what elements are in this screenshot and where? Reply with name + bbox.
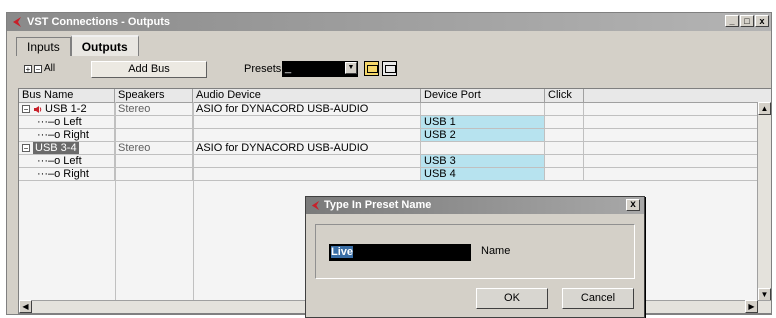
collapse-icon[interactable]: − [22, 144, 30, 153]
table-row[interactable]: − USB 3-4 Stereo ASIO for DYNACORD USB-AU… [19, 142, 758, 155]
bus-name: USB 3-4 [33, 142, 79, 154]
channel-name: Left [63, 116, 82, 128]
chevron-down-icon[interactable]: ▼ [345, 62, 357, 74]
table-row[interactable]: ···–o Left USB 3 [19, 155, 758, 168]
cancel-button[interactable]: Cancel [562, 288, 634, 309]
table-row[interactable]: ···–o Right USB 2 [19, 129, 758, 142]
channel-name-cell[interactable]: ···–o Right [19, 168, 115, 180]
device-port-cell[interactable]: USB 2 [421, 129, 545, 141]
device-port-cell[interactable]: USB 3 [421, 155, 545, 167]
channel-name: Left [63, 155, 82, 167]
add-bus-button[interactable]: Add Bus [91, 61, 207, 78]
table-row[interactable]: − USB 1-2 Stereo ASIO for DYNACORD USB-AU… [19, 103, 758, 116]
tree-line-icon: ···–o [37, 129, 64, 141]
tree-line-icon: ···–o [37, 155, 64, 167]
bus-name-cell[interactable]: − USB 3-4 [19, 142, 115, 154]
preset-name-input[interactable]: Live [329, 244, 471, 261]
tab-outputs[interactable]: Outputs [70, 35, 139, 56]
collapse-icon[interactable]: − [22, 105, 30, 114]
column-audio-device[interactable]: Audio Device [193, 89, 421, 102]
toolbar: + − All Add Bus Presets _ ▼ [7, 57, 771, 83]
table-row[interactable]: ···–o Right USB 4 [19, 168, 758, 181]
click-cell[interactable] [545, 168, 584, 180]
bus-name: USB 1-2 [45, 103, 87, 115]
expand-all-icon[interactable]: + [24, 64, 32, 73]
collapse-all-icon[interactable]: − [34, 64, 42, 73]
tab-inputs[interactable]: Inputs [16, 37, 71, 56]
scroll-right-icon[interactable]: ▶ [745, 300, 758, 313]
window-titlebar[interactable]: VST Connections - Outputs _ □ x [7, 13, 771, 31]
bus-name-cell[interactable]: − USB 1-2 [19, 103, 115, 115]
audio-device-cell [193, 116, 421, 128]
preset-name-dialog: Type In Preset Name x Live Name OK Cance… [305, 196, 645, 318]
expand-collapse-all: + − All [24, 63, 55, 74]
audio-device-cell [193, 129, 421, 141]
scroll-up-icon[interactable]: ▲ [758, 102, 771, 115]
channel-name-cell[interactable]: ···–o Left [19, 155, 115, 167]
audio-device-cell[interactable]: ASIO for DYNACORD USB-AUDIO [193, 142, 421, 154]
channel-name: Right [63, 129, 89, 141]
speakers-cell [115, 116, 193, 128]
device-port-cell[interactable]: USB 1 [421, 116, 545, 128]
close-button[interactable]: x [755, 15, 769, 27]
cubase-logo-icon [311, 200, 320, 211]
channel-name-cell[interactable]: ···–o Right [19, 129, 115, 141]
click-cell[interactable] [545, 103, 584, 115]
preset-name-value: Live [331, 246, 354, 258]
dialog-title: Type In Preset Name [324, 199, 432, 211]
channel-name-cell[interactable]: ···–o Left [19, 116, 115, 128]
column-click[interactable]: Click [545, 89, 584, 102]
channel-name: Right [63, 168, 89, 180]
click-cell[interactable] [545, 129, 584, 141]
speakers-cell [115, 129, 193, 141]
device-port-cell[interactable] [421, 142, 545, 154]
window-title: VST Connections - Outputs [27, 16, 170, 28]
click-cell[interactable] [545, 116, 584, 128]
column-bus-name[interactable]: Bus Name [19, 89, 115, 102]
maximize-button[interactable]: □ [740, 15, 754, 27]
minimize-button[interactable]: _ [725, 15, 739, 27]
click-cell[interactable] [545, 142, 584, 154]
audio-device-cell [193, 168, 421, 180]
speakers-cell[interactable]: Stereo [115, 142, 193, 154]
tree-line-icon: ···–o [37, 168, 64, 180]
tree-line-icon: ···–o [37, 116, 64, 128]
dialog-panel: Live Name [315, 224, 635, 279]
device-port-cell[interactable]: USB 4 [421, 168, 545, 180]
table-row[interactable]: ···–o Left USB 1 [19, 116, 758, 129]
presets-dropdown[interactable]: _ ▼ [282, 61, 358, 77]
tab-bar: Inputs Outputs [16, 35, 139, 57]
speakers-cell [115, 168, 193, 180]
store-preset-icon[interactable] [364, 61, 379, 76]
speakers-cell[interactable]: Stereo [115, 103, 193, 115]
click-cell[interactable] [545, 155, 584, 167]
vertical-scrollbar[interactable]: ▲ ▼ [757, 102, 771, 301]
column-device-port[interactable]: Device Port [421, 89, 545, 102]
audio-device-cell[interactable]: ASIO for DYNACORD USB-AUDIO [193, 103, 421, 115]
name-label: Name [481, 245, 511, 257]
speaker-icon [34, 105, 42, 113]
scroll-left-icon[interactable]: ◀ [19, 300, 32, 313]
audio-device-cell [193, 155, 421, 167]
all-label: All [44, 63, 56, 74]
dialog-titlebar[interactable]: Type In Preset Name x [306, 197, 644, 214]
table-header: Bus Name Speakers Audio Device Device Po… [19, 89, 771, 103]
column-speakers[interactable]: Speakers [115, 89, 193, 102]
device-port-cell[interactable] [421, 103, 545, 115]
cubase-logo-icon [13, 17, 21, 27]
dialog-close-button[interactable]: x [626, 199, 640, 211]
presets-label: Presets [244, 63, 282, 75]
presets-value: _ [285, 62, 292, 74]
remove-preset-icon[interactable] [382, 61, 397, 76]
ok-button[interactable]: OK [476, 288, 548, 309]
speakers-cell [115, 155, 193, 167]
